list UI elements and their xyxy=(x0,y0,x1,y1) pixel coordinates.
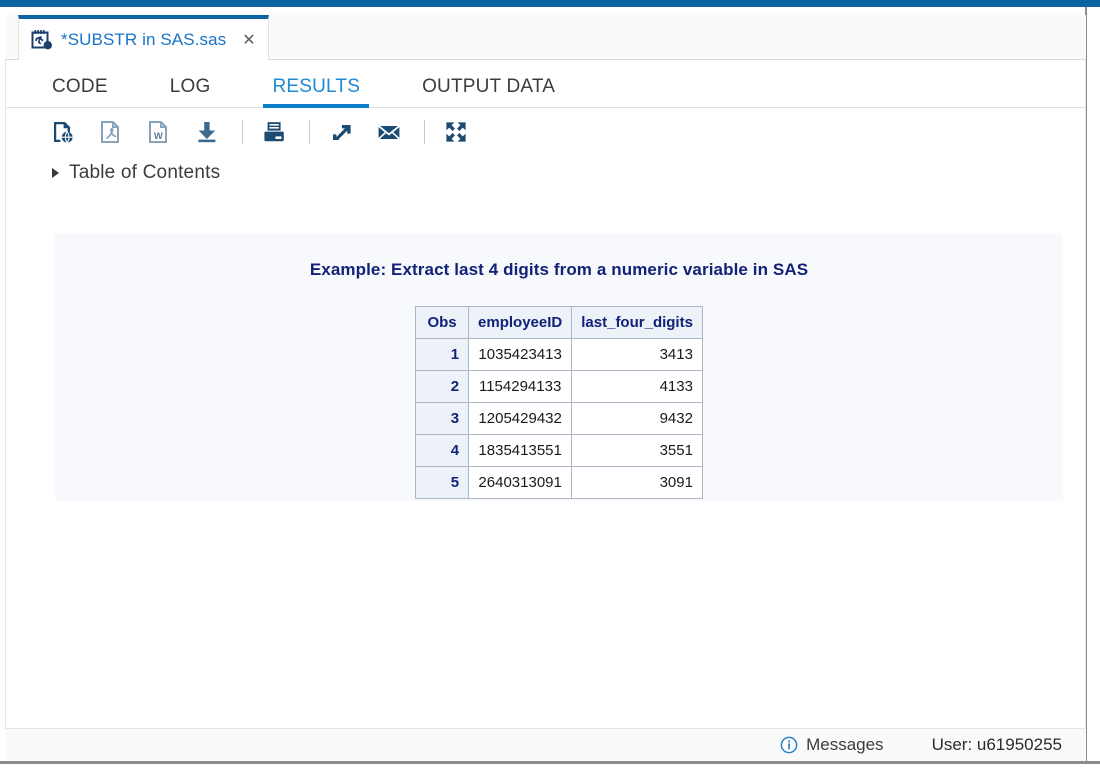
save-word-icon: W xyxy=(149,121,167,143)
frame-bottom-border xyxy=(0,761,1100,764)
table-row: 1 1035423413 3413 xyxy=(415,338,703,371)
table-row: 5 2640313091 3091 xyxy=(415,466,703,499)
close-icon[interactable]: ✕ xyxy=(242,31,255,48)
cell-obs: 1 xyxy=(415,338,470,371)
open-in-new-window-button[interactable] xyxy=(324,115,358,149)
table-row: 4 1835413551 3551 xyxy=(415,434,703,467)
chevron-right-icon xyxy=(52,168,59,178)
toolbar-separator-2 xyxy=(309,120,310,144)
download-button[interactable] xyxy=(190,115,224,149)
save-html-icon xyxy=(54,122,73,144)
print-icon xyxy=(264,122,284,142)
cell-last-four-digits: 3551 xyxy=(571,434,703,467)
save-word-button[interactable]: W xyxy=(142,115,176,149)
cell-last-four-digits: 3413 xyxy=(571,338,703,371)
open-in-new-window-icon xyxy=(333,125,351,140)
window-accent-bar xyxy=(0,0,1100,7)
cell-obs: 3 xyxy=(415,402,470,435)
cell-employeeid: 1835413551 xyxy=(468,434,573,467)
results-title: Example: Extract last 4 digits from a nu… xyxy=(309,260,809,279)
email-icon xyxy=(378,125,400,140)
column-header-employeeid: employeeID xyxy=(468,306,573,339)
tab-output-data[interactable]: OUTPUT DATA xyxy=(422,76,555,107)
tab-results[interactable]: RESULTS xyxy=(263,76,369,108)
toolbar-separator-1 xyxy=(242,120,243,144)
tab-log[interactable]: LOG xyxy=(170,76,211,107)
cell-employeeid: 2640313091 xyxy=(468,466,573,499)
cell-last-four-digits: 3091 xyxy=(571,466,703,499)
save-pdf-button[interactable] xyxy=(94,115,128,149)
column-header-obs: Obs xyxy=(415,306,470,339)
user-label: User: u61950255 xyxy=(931,735,1062,754)
cell-last-four-digits: 9432 xyxy=(571,402,703,435)
cell-obs: 2 xyxy=(415,370,470,403)
maximize-button[interactable] xyxy=(439,115,473,149)
file-tab-strip: *SUBSTR in SAS.sas ✕ xyxy=(5,15,1086,60)
cell-employeeid: 1205429432 xyxy=(468,402,573,435)
results-content-panel: CODE LOG RESULTS OUTPUT DATA W Table of … xyxy=(5,60,1086,729)
maximize-icon xyxy=(446,122,466,142)
results-table: Obs employeeID last_four_digits 1 103542… xyxy=(415,306,703,499)
sas-studio-window: *SUBSTR in SAS.sas ✕ CODE LOG RESULTS OU… xyxy=(0,0,1100,768)
cell-obs: 5 xyxy=(415,466,470,499)
print-button[interactable] xyxy=(257,115,291,149)
save-html-button[interactable] xyxy=(46,115,80,149)
cell-employeeid: 1035423413 xyxy=(468,338,573,371)
table-of-contents-label: Table of Contents xyxy=(69,162,221,183)
info-icon xyxy=(780,736,798,754)
results-table-container: Obs employeeID last_four_digits 1 103542… xyxy=(55,306,1063,499)
cell-last-four-digits: 4133 xyxy=(571,370,703,403)
file-tab-label: *SUBSTR in SAS.sas xyxy=(61,29,227,49)
svg-text:W: W xyxy=(154,131,163,142)
toolbar-separator-3 xyxy=(424,120,425,144)
download-icon xyxy=(198,122,216,143)
messages-label: Messages xyxy=(806,735,884,754)
messages-button[interactable]: Messages xyxy=(780,735,884,755)
table-header-row: Obs employeeID last_four_digits xyxy=(415,306,703,339)
cell-obs: 4 xyxy=(415,434,470,467)
cell-employeeid: 1154294133 xyxy=(468,370,573,403)
table-row: 2 1154294133 4133 xyxy=(415,370,703,403)
view-tab-bar: CODE LOG RESULTS OUTPUT DATA xyxy=(6,60,1085,108)
save-pdf-icon xyxy=(101,121,119,143)
table-of-contents-toggle[interactable]: Table of Contents xyxy=(6,156,1085,190)
tab-code[interactable]: CODE xyxy=(52,76,108,107)
results-output-area: Example: Extract last 4 digits from a nu… xyxy=(55,233,1063,501)
file-tab-substr-in-sas[interactable]: *SUBSTR in SAS.sas ✕ xyxy=(18,15,269,60)
email-button[interactable] xyxy=(372,115,406,149)
table-row: 3 1205429432 9432 xyxy=(415,402,703,435)
status-bar: Messages User: u61950255 xyxy=(5,729,1086,761)
results-toolbar: W xyxy=(6,108,1085,156)
column-header-last-four-digits: last_four_digits xyxy=(571,306,703,339)
sas-program-icon xyxy=(31,29,52,49)
